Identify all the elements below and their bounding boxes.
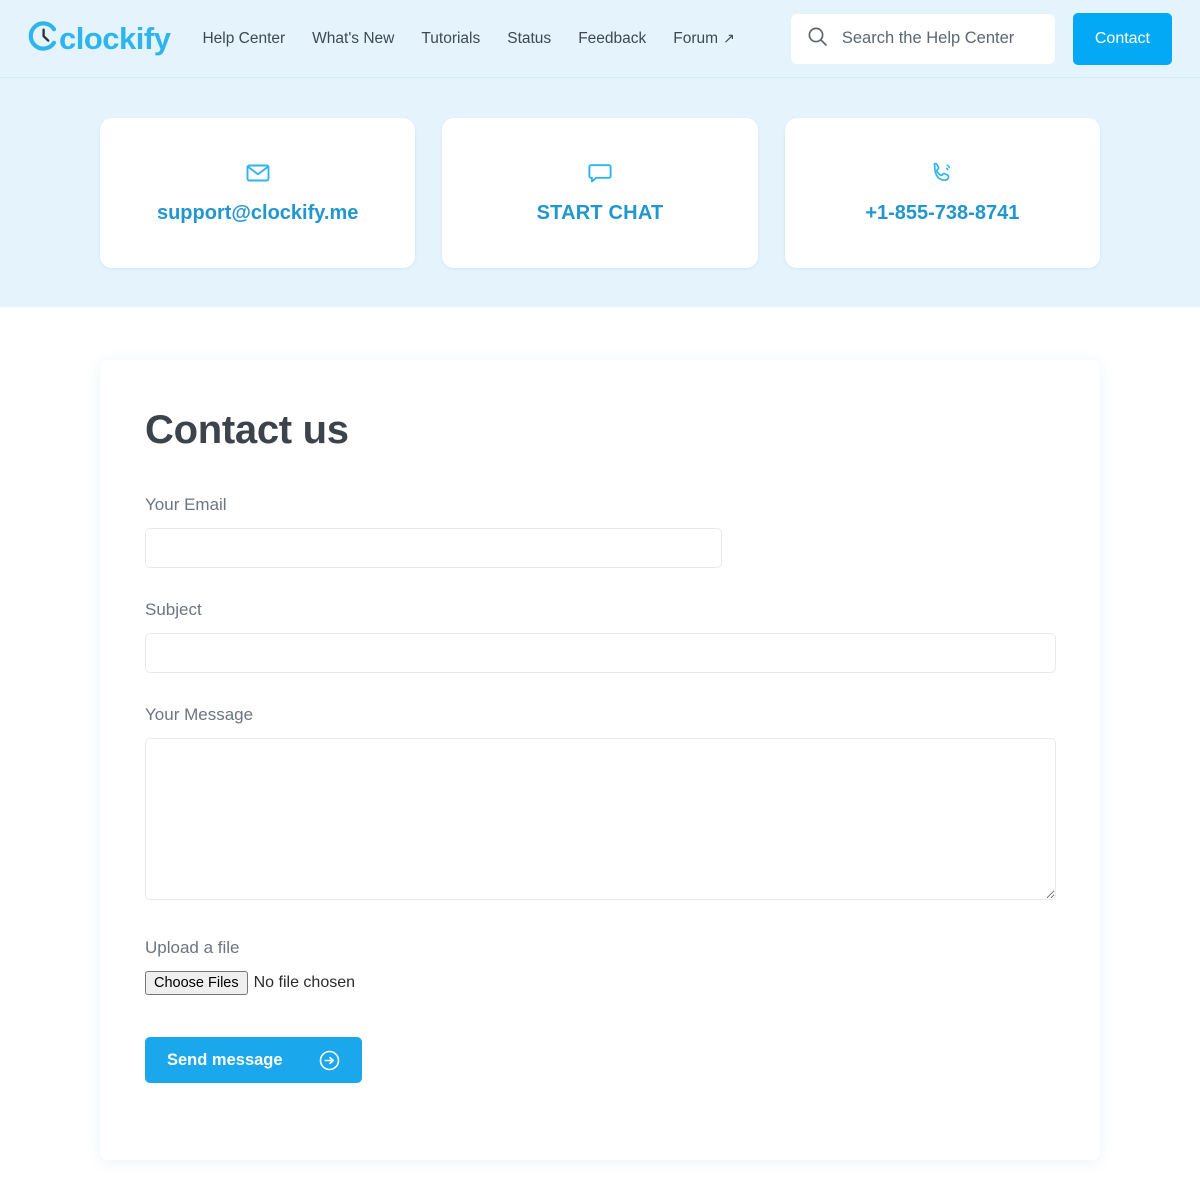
choose-files-button[interactable]: Choose Files (145, 971, 248, 995)
send-message-label: Send message (167, 1050, 283, 1069)
search-input[interactable] (839, 28, 1039, 49)
nav-item-tutorials[interactable]: Tutorials (421, 30, 480, 48)
message-label: Your Message (145, 705, 254, 724)
email-field[interactable] (145, 528, 722, 568)
nav-item-forum[interactable]: Forum ↗ (673, 30, 735, 48)
email-label: Your Email (145, 495, 227, 514)
contact-card-label: support@clockify.me (156, 202, 359, 224)
nav-label: Forum (673, 29, 719, 47)
field-message: Your Message (145, 705, 1056, 900)
field-upload: Upload a file Choose Files No file chose… (145, 938, 1055, 995)
contact-card-label: +1-855-738-8741 (865, 202, 1020, 224)
site-header: clockify Help Center What's New Tutorial… (0, 0, 1200, 78)
contact-card-email[interactable]: support@clockify.me (100, 117, 416, 268)
nav-label: Feedback (578, 29, 647, 47)
page-title: Contact us (145, 408, 349, 452)
nav-item-whats-new[interactable]: What's New (312, 30, 394, 48)
file-status-text: No file chosen (253, 974, 356, 991)
nav-label: Status (507, 29, 552, 47)
contact-card-phone[interactable]: +1-855-738-8741 (784, 117, 1100, 268)
search-icon (807, 26, 828, 52)
nav-label: Tutorials (421, 29, 481, 47)
contact-options-band: support@clockify.me START CHAT +1-855-73… (0, 78, 1200, 307)
nav-label: Help Center (202, 29, 286, 47)
header-actions: Contact (790, 12, 1172, 65)
clockify-clock-logo-icon (28, 21, 58, 56)
contact-card-label: START CHAT (536, 202, 664, 224)
chat-bubble-icon (587, 160, 613, 186)
nav-item-status[interactable]: Status (507, 30, 551, 48)
subject-field[interactable] (145, 633, 1056, 673)
send-message-button[interactable]: Send message (145, 1037, 362, 1083)
nav-label: What's New (312, 29, 395, 47)
contact-form-card: Contact us Your Email Subject Your Messa… (100, 360, 1100, 1160)
file-input-row[interactable]: Choose Files No file chosen (145, 971, 1055, 995)
field-subject: Subject (145, 600, 1056, 673)
external-link-arrow-icon: ↗ (723, 30, 735, 46)
logo-text: clockify (59, 21, 171, 56)
envelope-icon (245, 160, 271, 186)
nav-item-help-center[interactable]: Help Center (202, 30, 285, 48)
search-box[interactable] (790, 13, 1055, 64)
phone-ringing-icon (929, 160, 955, 186)
form-section: Contact us Your Email Subject Your Messa… (0, 307, 1200, 1160)
clockify-logo[interactable]: clockify (28, 21, 171, 56)
subject-label: Subject (145, 600, 202, 619)
contact-card-chat[interactable]: START CHAT (442, 117, 758, 268)
message-textarea[interactable] (145, 738, 1056, 900)
field-email: Your Email (145, 495, 1055, 568)
upload-label: Upload a file (145, 938, 240, 957)
arrow-right-circle-icon (319, 1050, 340, 1071)
main-nav: Help Center What's New Tutorials Status … (202, 30, 734, 48)
nav-item-feedback[interactable]: Feedback (578, 30, 646, 48)
contact-button[interactable]: Contact (1072, 12, 1172, 65)
